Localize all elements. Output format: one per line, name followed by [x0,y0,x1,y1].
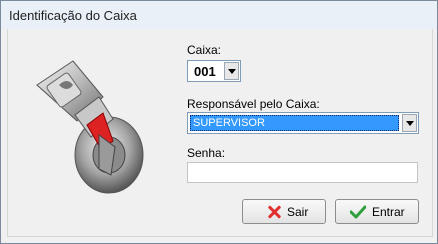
check-icon [350,205,366,219]
responsavel-select[interactable]: SUPERVISOR [187,112,419,134]
responsavel-label: Responsável pelo Caixa: [187,97,320,111]
entrar-button[interactable]: Entrar [335,199,419,224]
close-icon [267,205,281,219]
senha-label: Senha: [187,146,226,160]
caixa-dropdown-button[interactable] [224,62,239,80]
sair-button[interactable]: Sair [242,199,326,224]
caixa-select[interactable]: 001 [187,60,241,82]
dialog-window: Identificação do Caixa Caixa: 001 Respon… [0,0,438,244]
sair-button-label: Sair [287,205,309,219]
responsavel-dropdown-button[interactable] [402,114,417,132]
entrar-button-label: Entrar [372,205,405,219]
senha-field[interactable] [187,162,418,183]
key-lock-icon [36,60,144,194]
caixa-label: Caixa: [187,43,222,57]
title-bar: Identificação do Caixa [1,1,437,29]
window-title: Identificação do Caixa [9,8,137,23]
responsavel-selected-item: SUPERVISOR [190,115,399,131]
chevron-down-icon [406,121,414,126]
responsavel-select-value: SUPERVISOR [193,117,265,129]
caixa-select-value: 001 [194,64,216,79]
chevron-down-icon [228,69,236,74]
